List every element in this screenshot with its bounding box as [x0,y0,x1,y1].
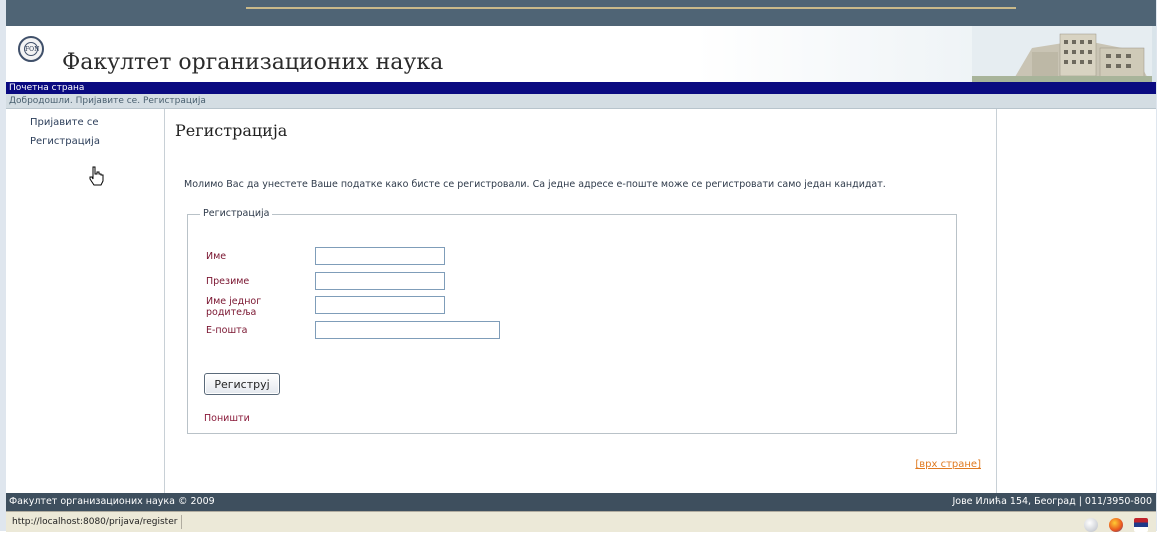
last-name-label: Презиме [206,276,250,287]
site-header: FON Факултет организационих наука [6,26,1156,82]
form-legend: Регистрација [200,208,273,219]
nav-home-link[interactable]: Почетна страна [9,82,84,94]
pointer-hand-icon [89,166,104,186]
globe-status-icon[interactable] [1083,517,1098,532]
first-name-label: Име [206,251,227,262]
register-button[interactable]: Региструј [204,373,280,395]
footer-address: Јове Илића 154, Београд | 011/3950-800 [952,496,1152,507]
main-content: Регистрација Молимо Вас да унестете Ваше… [165,109,995,493]
intro-text: Молимо Вас да унестете Ваше податке како… [184,179,886,190]
window-top-bar [6,0,1156,26]
registration-form: Регистрација Име Презиме Име једног роди… [187,208,957,434]
status-url: http://localhost:8080/prijava/register [8,515,183,529]
web-page: FON Факултет организационих наука Почетн… [6,26,1156,511]
browser-status-bar: http://localhost:8080/prijava/register [6,511,1156,532]
logo-text: FON [24,42,39,56]
browser-window: FON Факултет организационих наука Почетн… [0,0,1157,532]
breadcrumb: Добродошли. Пријавите се. Регистрација [6,94,1156,109]
top-navigation: Почетна страна [6,82,1156,94]
first-name-input[interactable] [315,247,445,265]
back-to-top-link[interactable]: [врх стране] [915,459,981,470]
left-sidebar: Пријавите се Регистрација [6,109,165,493]
top-bar-divider [246,7,1016,9]
right-column-divider [996,109,997,493]
parent-name-input[interactable] [315,296,445,314]
parent-name-label: Име једног родитеља [206,296,262,318]
site-footer: Факултет организационих наука © 2009 Јов… [6,493,1156,511]
site-title: Факултет организационих наука [62,50,444,75]
status-icons [1078,514,1148,532]
last-name-input[interactable] [315,272,445,290]
sidebar-item-login[interactable]: Пријавите се [30,117,98,128]
email-label: Е-пошта [206,325,248,336]
breadcrumb-text: Добродошли. Пријавите се. Регистрација [9,96,206,106]
flag-status-icon[interactable] [1134,517,1148,532]
firefox-status-icon[interactable] [1108,517,1123,532]
page-title: Регистрација [175,121,288,140]
email-input[interactable] [315,321,500,339]
faculty-building-image-icon [972,26,1152,82]
reset-link[interactable]: Поништи [204,413,250,424]
faculty-logo-icon[interactable]: FON [18,36,44,62]
footer-copyright: Факултет организационих наука © 2009 [9,496,215,507]
sidebar-item-registration[interactable]: Регистрација [30,136,100,147]
